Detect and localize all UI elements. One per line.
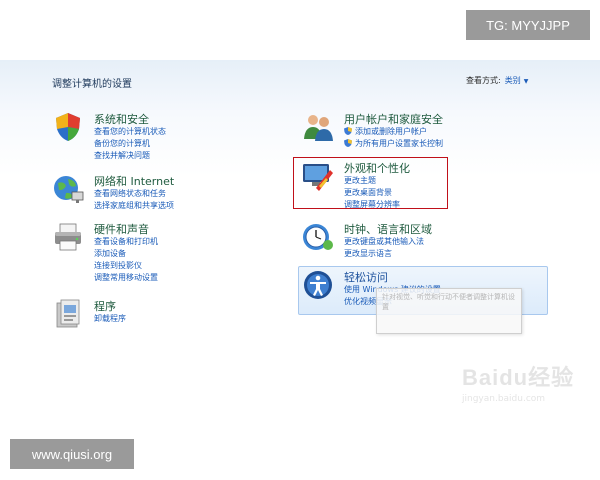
category-user-accounts: 用户帐户和家庭安全 添加或删除用户帐户 为所有用户设置家长控制 xyxy=(302,111,542,151)
programs-links: 卸载程序 xyxy=(94,313,126,325)
link-uninstall-program[interactable]: 卸载程序 xyxy=(94,313,126,325)
watermark-url: jingyan.baidu.com xyxy=(462,394,546,404)
link-devices-printers[interactable]: 查看设备和打印机 xyxy=(94,236,158,248)
tooltip: 针对视觉、听觉和行动不便者调整计算机设置 xyxy=(376,288,522,334)
category-title-programs[interactable]: 程序 xyxy=(94,298,116,314)
category-system-security: 系统和安全 查看您的计算机状态 备份您的计算机 查找并解决问题 xyxy=(52,111,252,163)
link-add-remove-accounts-label: 添加或删除用户帐户 xyxy=(355,127,427,136)
link-backup-computer[interactable]: 备份您的计算机 xyxy=(94,138,166,150)
hardware-links: 查看设备和打印机 添加设备 连接到投影仪 调整常用移动设置 xyxy=(94,236,158,284)
category-title-network[interactable]: 网络和 Internet xyxy=(94,173,174,189)
link-connect-projector[interactable]: 连接到投影仪 xyxy=(94,260,158,272)
uac-shield-icon xyxy=(344,127,352,135)
link-mobility-settings[interactable]: 调整常用移动设置 xyxy=(94,272,158,284)
accessibility-icon[interactable] xyxy=(302,269,334,301)
baidu-watermark: Baidu经验 jingyan.baidu.com xyxy=(458,356,578,410)
network-links: 查看网络状态和任务 选择家庭组和共享选项 xyxy=(94,188,174,212)
highlight-box xyxy=(293,157,448,209)
link-network-status[interactable]: 查看网络状态和任务 xyxy=(94,188,174,200)
link-add-remove-accounts[interactable]: 添加或删除用户帐户 xyxy=(344,126,443,138)
category-title-ease[interactable]: 轻松访问 xyxy=(344,269,388,285)
tg-watermark-badge: TG: MYYJJPP xyxy=(466,10,590,40)
link-parental-controls[interactable]: 为所有用户设置家长控制 xyxy=(344,138,443,150)
users-links: 添加或删除用户帐户 为所有用户设置家长控制 xyxy=(344,126,443,150)
view-by-control: 查看方式: 类别 ▼ xyxy=(466,75,528,86)
programs-icon[interactable] xyxy=(52,298,84,330)
view-by-label: 查看方式: xyxy=(466,76,501,85)
site-watermark-badge: www.qiusi.org xyxy=(10,439,134,469)
view-by-dropdown[interactable]: 类别 xyxy=(505,76,521,85)
globe-network-icon[interactable] xyxy=(52,173,84,205)
link-parental-controls-label: 为所有用户设置家长控制 xyxy=(355,139,443,148)
link-change-display-language[interactable]: 更改显示语言 xyxy=(344,248,424,260)
category-title-clock[interactable]: 时钟、语言和区域 xyxy=(344,221,432,237)
users-icon[interactable] xyxy=(302,111,334,143)
category-programs: 程序 卸载程序 xyxy=(52,298,252,332)
chevron-down-icon[interactable]: ▼ xyxy=(524,78,529,85)
printer-icon[interactable] xyxy=(52,221,84,253)
watermark-brand: Baidu经验 xyxy=(462,365,575,390)
clock-links: 更改键盘或其他输入法 更改显示语言 xyxy=(344,236,424,260)
category-title-users[interactable]: 用户帐户和家庭安全 xyxy=(344,111,443,127)
shield-icon[interactable] xyxy=(52,111,84,143)
uac-shield-icon xyxy=(344,139,352,147)
category-clock-language-region: 时钟、语言和区域 更改键盘或其他输入法 更改显示语言 xyxy=(302,221,542,261)
link-homegroup-sharing[interactable]: 选择家庭组和共享选项 xyxy=(94,200,174,212)
category-hardware-sound: 硬件和声音 查看设备和打印机 添加设备 连接到投影仪 调整常用移动设置 xyxy=(52,221,252,285)
page-title: 调整计算机的设置 xyxy=(52,79,132,90)
category-title-system[interactable]: 系统和安全 xyxy=(94,111,149,127)
system-links: 查看您的计算机状态 备份您的计算机 查找并解决问题 xyxy=(94,126,166,162)
link-change-keyboards[interactable]: 更改键盘或其他输入法 xyxy=(344,236,424,248)
category-network-internet: 网络和 Internet 查看网络状态和任务 选择家庭组和共享选项 xyxy=(52,173,252,213)
link-troubleshoot[interactable]: 查找并解决问题 xyxy=(94,150,166,162)
link-view-computer-status[interactable]: 查看您的计算机状态 xyxy=(94,126,166,138)
category-title-hardware[interactable]: 硬件和声音 xyxy=(94,221,149,237)
link-add-device[interactable]: 添加设备 xyxy=(94,248,158,260)
clock-globe-icon[interactable] xyxy=(302,221,334,253)
